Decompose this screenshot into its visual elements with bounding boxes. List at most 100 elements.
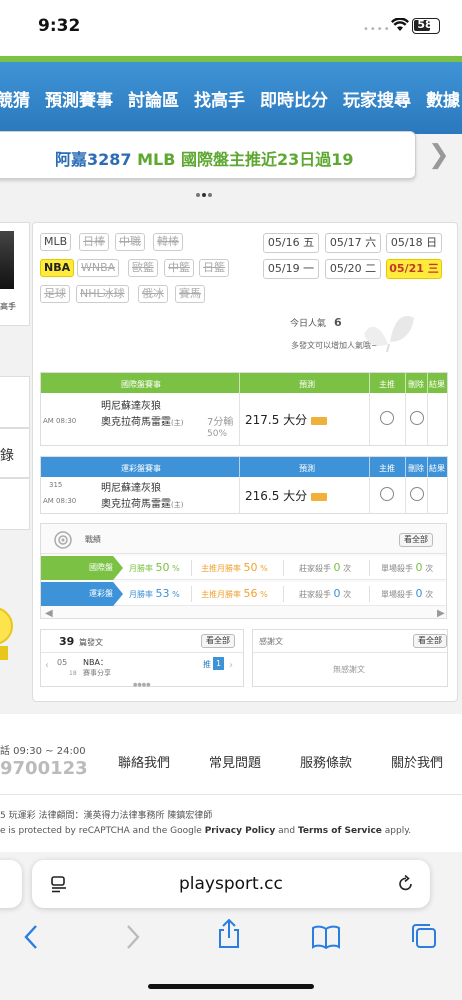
nav-item-data[interactable]: 數據 xyxy=(426,86,460,111)
forward-icon[interactable] xyxy=(122,922,142,952)
stats-view-all-button[interactable]: 看全部 xyxy=(399,533,433,547)
team-home[interactable]: 奧克拉荷馬雷霆(主) xyxy=(101,413,183,428)
date-button[interactable]: 05/18 日 xyxy=(386,233,442,253)
url-text[interactable]: playsport.cc xyxy=(179,874,283,894)
avatar-card[interactable]: 高手 xyxy=(0,222,30,326)
post-league[interactable]: NBA： xyxy=(83,657,108,668)
intl-header-title: 國際盤賽事 xyxy=(121,380,161,389)
date-button[interactable]: 05/17 六 xyxy=(325,233,381,253)
privacy-link[interactable]: Privacy Policy xyxy=(205,826,276,836)
game-number: 315 xyxy=(49,481,63,489)
date-button[interactable]: 05/21 三 xyxy=(386,259,442,279)
chevron-right-icon[interactable]: ❯ xyxy=(428,140,450,170)
target-icon xyxy=(54,531,72,549)
headline-user[interactable]: 阿嘉3287 xyxy=(55,150,132,169)
lottery-header-result: 結果 xyxy=(429,464,445,473)
side-box xyxy=(0,376,30,428)
nav-item-guess[interactable]: 競猜 xyxy=(0,86,30,111)
team-away[interactable]: 明尼蘇達灰狼 xyxy=(101,479,161,494)
sport-tag[interactable]: 韓棒 xyxy=(153,233,183,251)
headline-banner[interactable]: 阿嘉3287 MLB 國際盤主推近23日過19 xyxy=(0,131,416,179)
avatar-label: 高手 xyxy=(0,302,16,311)
sport-tag[interactable]: 中籃 xyxy=(164,259,194,277)
side-box-2 xyxy=(0,478,30,530)
main-win-rate: 主推月勝率 56 % xyxy=(201,587,268,600)
footer-link-contact[interactable]: 聯絡我們 xyxy=(118,752,170,771)
footer-link-about[interactable]: 關於我們 xyxy=(391,752,443,771)
bookmarks-icon[interactable] xyxy=(311,924,341,950)
share-icon[interactable] xyxy=(216,918,242,950)
main-pick-radio[interactable] xyxy=(380,487,394,501)
main-win-rate: 主推月勝率 50 % xyxy=(201,561,268,574)
sport-tag[interactable]: 日籃 xyxy=(199,259,229,277)
sport-tag[interactable]: NBA xyxy=(40,259,75,277)
table-row: AM 08:30 明尼蘇達灰狼 奧克拉荷馬雷霆(主) 7分輸 50% 217.5… xyxy=(41,393,447,445)
intl-header-delete: 刪除 xyxy=(408,380,424,389)
previous-tab[interactable] xyxy=(0,860,22,908)
prediction-pick[interactable]: 217.5 大分 xyxy=(245,411,328,428)
service-phone[interactable]: 9700123 xyxy=(0,758,88,779)
service-hours: 話 09:30 ~ 24:00 xyxy=(0,746,86,757)
terms-link[interactable]: Terms of Service xyxy=(298,826,382,836)
nav-item-player-search[interactable]: 玩家搜尋 xyxy=(343,86,411,111)
table-row: 315 AM 08:30 明尼蘇達灰狼 奧克拉荷馬雷霆(主) 216.5 大分 xyxy=(41,477,447,513)
nav-item-forum[interactable]: 討論區 xyxy=(128,86,179,111)
sport-tag[interactable]: 足球 xyxy=(40,285,70,303)
thanks-box: 感謝文 看全部 無感謝文 xyxy=(252,629,448,687)
popularity-label: 今日人氣 xyxy=(290,319,327,329)
scroll-left-icon[interactable]: ◀ xyxy=(45,608,53,619)
tabs-icon[interactable] xyxy=(410,922,438,950)
tag-icon xyxy=(311,416,328,425)
date-button[interactable]: 05/16 五 xyxy=(263,233,319,253)
page-menu-icon[interactable] xyxy=(50,875,68,893)
delete-radio[interactable] xyxy=(410,411,424,425)
thanks-view-all-button[interactable]: 看全部 xyxy=(413,634,447,648)
lottery-header-title: 運彩盤賽事 xyxy=(121,464,161,473)
sport-tag[interactable]: 賽馬 xyxy=(175,285,205,303)
sport-tag[interactable]: 俄冰 xyxy=(138,285,168,303)
banker-killer: 莊家殺手 0 次 xyxy=(299,587,352,600)
thanks-empty: 無感謝文 xyxy=(333,665,365,674)
battery-level: 58 xyxy=(417,18,433,31)
posts-view-all-button[interactable]: 看全部 xyxy=(201,634,235,648)
nav-item-predict[interactable]: 預測賽事 xyxy=(45,86,113,111)
chevron-right-icon[interactable]: › xyxy=(229,660,233,671)
sport-tag[interactable]: 中職 xyxy=(115,233,145,251)
sport-tag[interactable]: 歐籃 xyxy=(128,259,158,277)
nav-item-livescore[interactable]: 即時比分 xyxy=(260,86,328,111)
sport-tag[interactable]: WNBA xyxy=(77,259,120,277)
headline-text[interactable]: MLB 國際盤主推近23日過19 xyxy=(137,150,353,169)
post-desc[interactable]: 賽事分享 xyxy=(83,668,111,678)
date-button[interactable]: 05/20 二 xyxy=(325,259,381,279)
legal-text: 5 玩運彩 法律顧問：漢英得力法律事務所 陳鎮宏律師 xyxy=(0,811,213,821)
recaptcha-notice: e is protected by reCAPTCHA and the Goog… xyxy=(0,826,412,836)
nav-item-experts[interactable]: 找高手 xyxy=(194,86,245,111)
address-bar[interactable]: playsport.cc xyxy=(32,860,430,908)
avatar[interactable] xyxy=(0,231,14,289)
prediction-pick[interactable]: 216.5 大分 xyxy=(245,487,328,504)
footer-link-terms[interactable]: 服務條款 xyxy=(300,752,352,771)
sport-tag[interactable]: 日棒 xyxy=(79,233,109,251)
footer-link-faq[interactable]: 常見問題 xyxy=(209,752,261,771)
back-icon[interactable] xyxy=(22,922,42,952)
sport-tag[interactable]: MLB xyxy=(40,233,72,251)
reload-icon[interactable] xyxy=(396,874,416,894)
status-time: 9:32 xyxy=(38,16,81,36)
main-pick-radio[interactable] xyxy=(380,411,394,425)
date-button[interactable]: 05/19 一 xyxy=(263,259,319,279)
delete-radio[interactable] xyxy=(410,487,424,501)
carousel-pager xyxy=(196,182,216,197)
popularity: 今日人氣 6 xyxy=(290,316,342,329)
scroll-right-icon[interactable]: ▶ xyxy=(437,608,445,619)
team-away[interactable]: 明尼蘇達灰狼 xyxy=(101,397,161,412)
sport-tag[interactable]: NHL冰球 xyxy=(76,285,129,303)
push-count: 1 xyxy=(213,657,224,670)
banker-killer: 莊家殺手 0 次 xyxy=(299,561,352,574)
stat-label: 國際盤 xyxy=(41,556,123,580)
team-home[interactable]: 奧克拉荷馬雷霆(主) xyxy=(101,495,183,510)
chevron-left-icon[interactable]: ‹ xyxy=(45,660,49,671)
stats-title: 戰績 xyxy=(85,535,101,544)
side-record[interactable]: 錄 xyxy=(0,428,30,478)
spread-label: 7分輸 xyxy=(207,417,234,428)
home-indicator xyxy=(148,984,314,989)
